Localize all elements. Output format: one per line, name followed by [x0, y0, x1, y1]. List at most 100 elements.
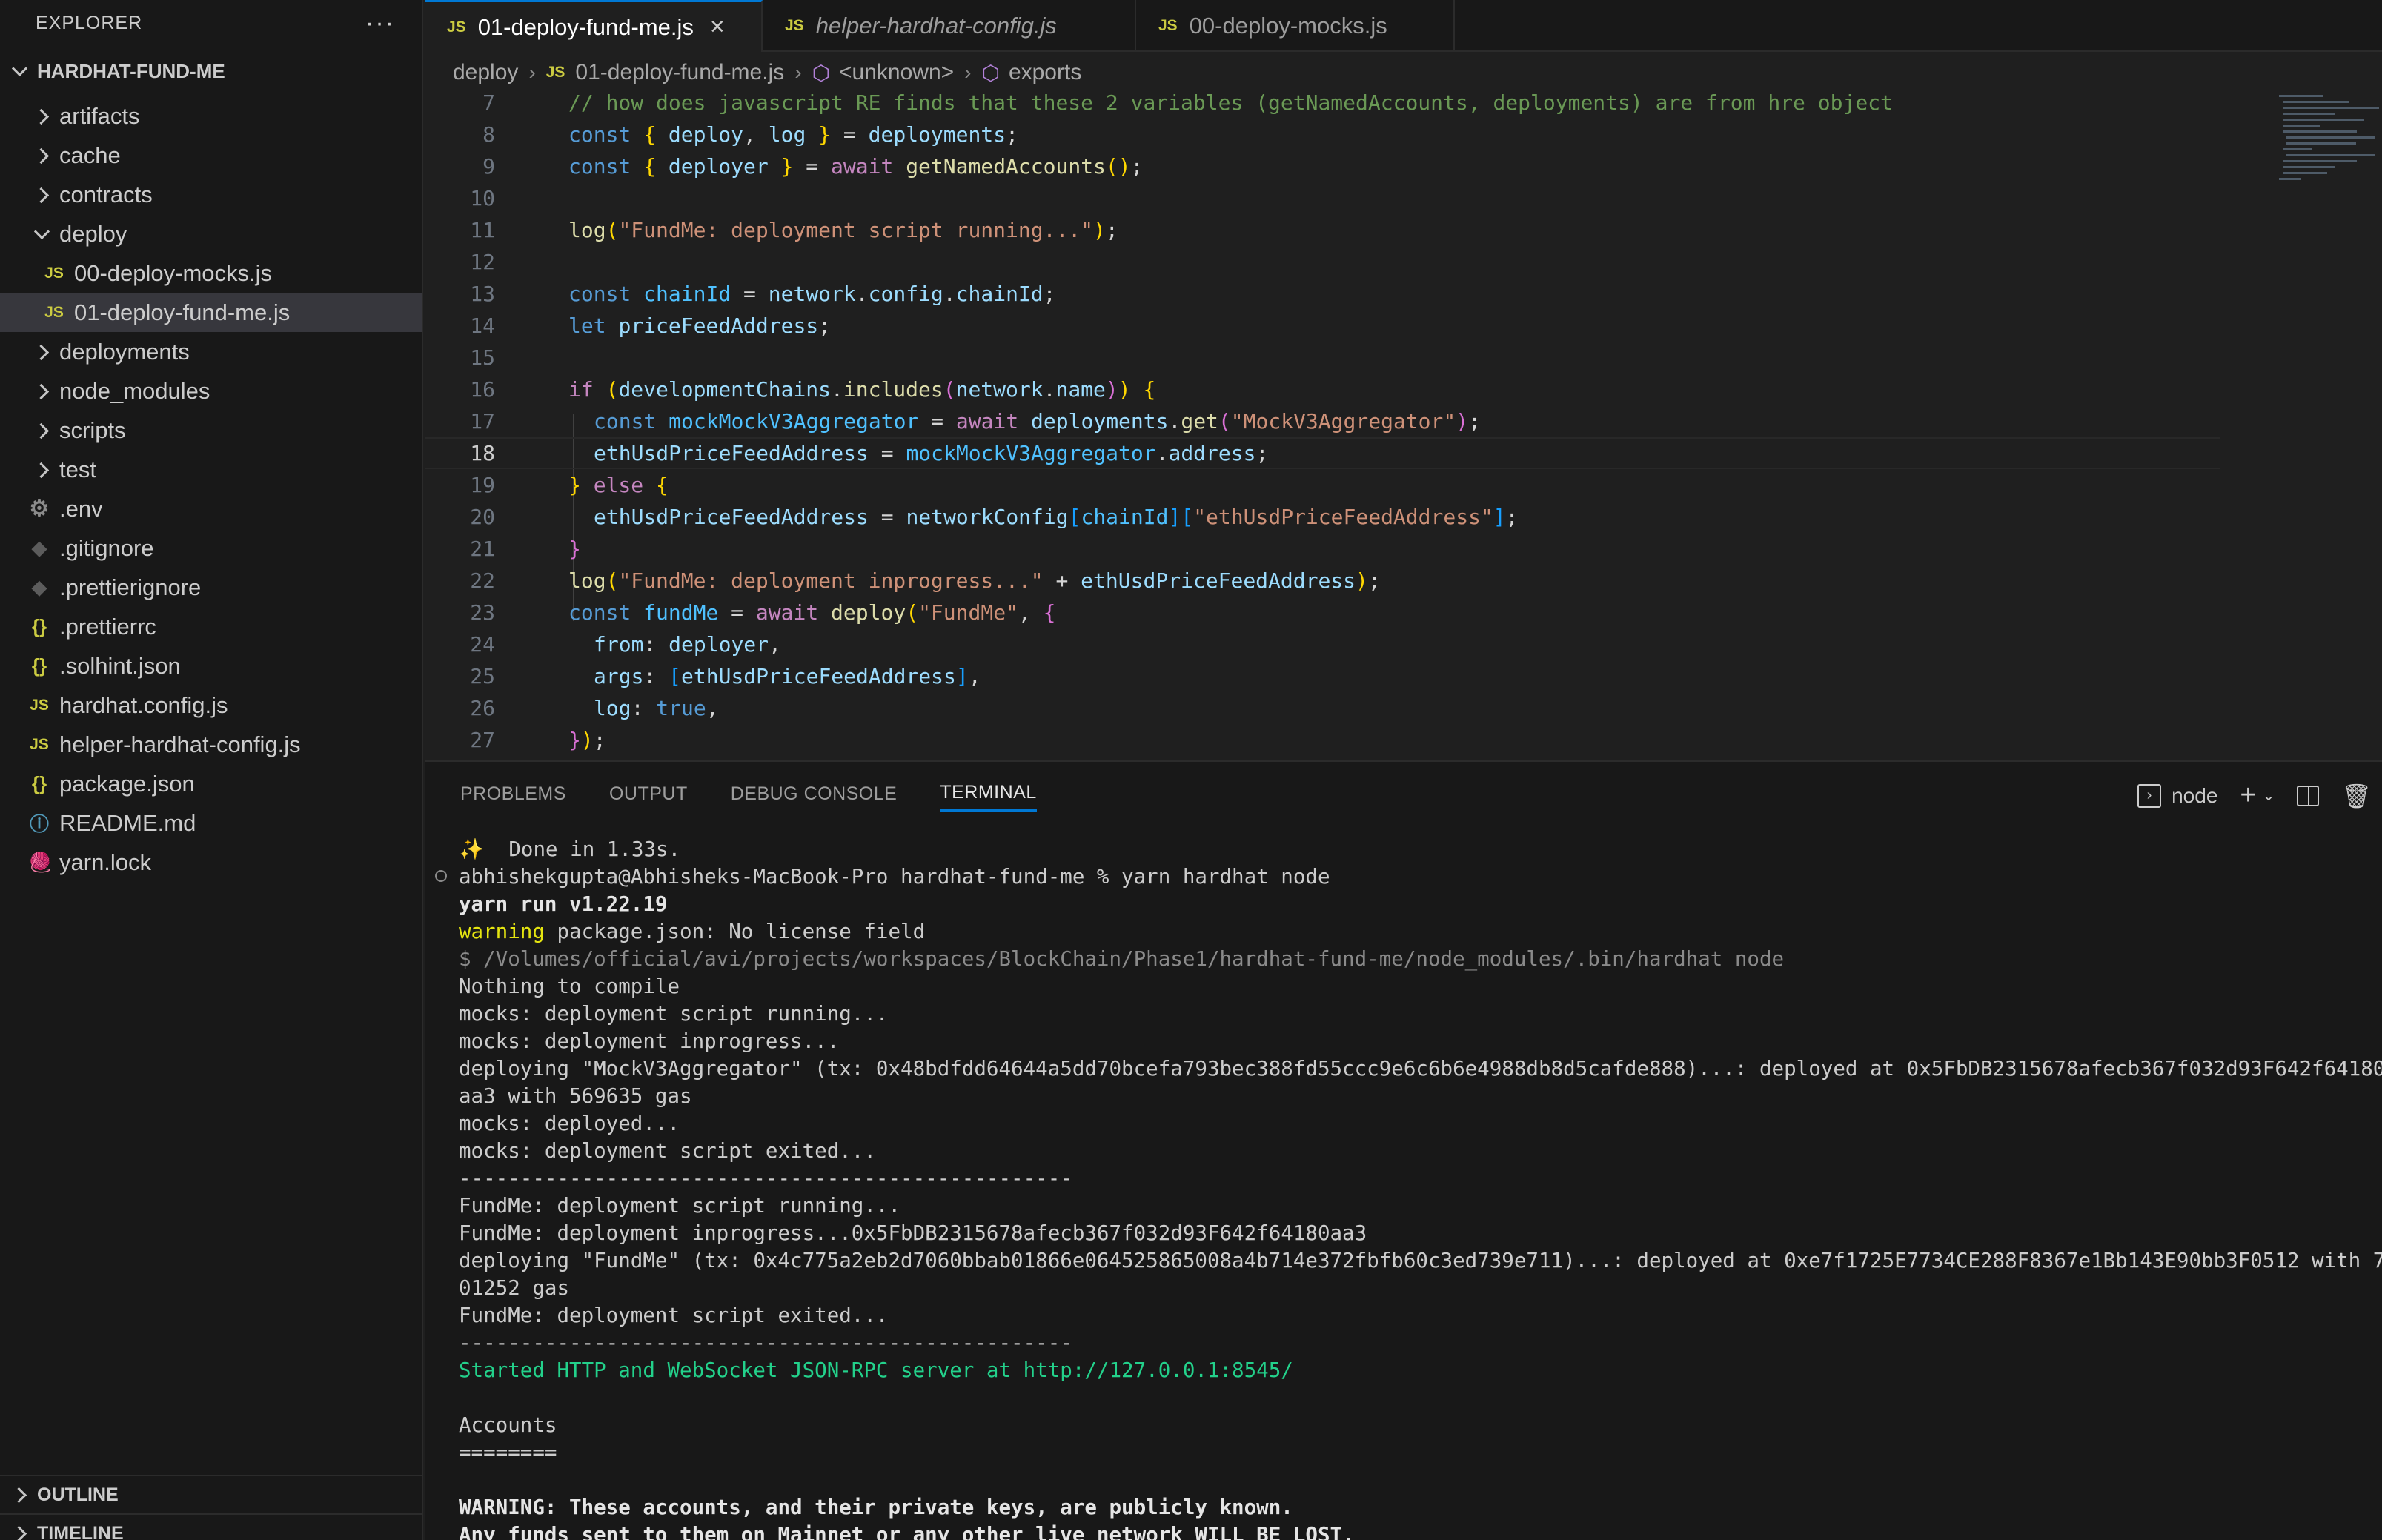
tree-item-node-modules[interactable]: node_modules: [0, 371, 422, 411]
code-line[interactable]: 17 const mockMockV3Aggregator = await de…: [425, 405, 2278, 437]
breadcrumb-file[interactable]: 01-deploy-fund-me.js: [575, 60, 784, 85]
minimap-line: [2283, 119, 2364, 121]
outline-section[interactable]: OUTLINE: [0, 1475, 422, 1513]
breadcrumb-symbol-unknown[interactable]: <unknown>: [839, 60, 954, 85]
tree-item-hardhat-config[interactable]: JS hardhat.config.js: [0, 686, 422, 725]
terminal-line: ✨ Done in 1.33s.: [459, 837, 681, 861]
tree-item-yarn-lock[interactable]: 🧶 yarn.lock: [0, 843, 422, 882]
terminal-line: 01252 gas: [459, 1276, 570, 1300]
tree-item-label: .gitignore: [59, 534, 154, 561]
minimap[interactable]: [2275, 92, 2379, 188]
tab-00-deploy-mocks[interactable]: JS 00-deploy-mocks.js: [1136, 0, 1455, 52]
explorer-sidebar: EXPLORER ··· HARDHAT-FUND-ME artifacts c…: [0, 0, 423, 1540]
chevron-right-icon: [10, 1487, 27, 1503]
more-actions-icon[interactable]: ···: [365, 9, 395, 38]
code-line[interactable]: 11 log("FundMe: deployment script runnin…: [425, 214, 2278, 246]
tree-item-artifacts[interactable]: artifacts: [0, 96, 422, 136]
line-number: 7: [482, 92, 495, 115]
tab-helper-hardhat-config[interactable]: JS helper-hardhat-config.js: [763, 0, 1136, 52]
tab-01-deploy-fund-me[interactable]: JS 01-deploy-fund-me.js ×: [425, 0, 763, 52]
terminal-output[interactable]: ✨ Done in 1.33s. abhishekgupta@Abhisheks…: [425, 836, 2382, 1540]
tab-problems[interactable]: PROBLEMS: [460, 776, 566, 812]
tree-item-readme[interactable]: ⓘ README.md: [0, 803, 422, 843]
tab-terminal[interactable]: TERMINAL: [940, 776, 1037, 812]
tree-item-label: 00-deploy-mocks.js: [74, 259, 273, 286]
tree-item-scripts[interactable]: scripts: [0, 411, 422, 450]
code-line-current[interactable]: 18 ethUsdPriceFeedAddress = mockMockV3Ag…: [425, 437, 2220, 469]
code-line[interactable]: 24 from: deployer,: [425, 628, 2278, 660]
tab-debug-console[interactable]: DEBUG CONSOLE: [731, 776, 898, 812]
tree-item-label: cache: [59, 142, 121, 168]
trash-icon[interactable]: 🗑: [2341, 782, 2372, 810]
terminal-line: ----------------------------------------…: [459, 1166, 1072, 1190]
tree-item-env[interactable]: ⚙ .env: [0, 489, 422, 528]
line-number: 8: [482, 122, 495, 147]
tree-item-package-json[interactable]: {} package.json: [0, 764, 422, 803]
json-braces-icon: {}: [31, 615, 47, 637]
line-number: 19: [470, 473, 495, 497]
project-root[interactable]: HARDHAT-FUND-ME: [0, 46, 422, 96]
breadcrumb-symbol-exports[interactable]: exports: [1009, 60, 1081, 85]
js-file-icon: JS: [447, 18, 466, 36]
code-line[interactable]: 9 const { deployer } = await getNamedAcc…: [425, 150, 2278, 182]
tree-item-contracts[interactable]: contracts: [0, 175, 422, 214]
chevron-down-icon: [33, 226, 49, 242]
tree-item-cache[interactable]: cache: [0, 136, 422, 175]
code-line[interactable]: 12: [425, 246, 2278, 278]
code-line[interactable]: 14 let priceFeedAddress;: [425, 310, 2278, 342]
code-line[interactable]: 8 const { deploy, log } = deployments;: [425, 119, 2278, 150]
code-line[interactable]: 16 if (developmentChains.includes(networ…: [425, 374, 2278, 405]
tree-item-prettierrc[interactable]: {} .prettierrc: [0, 607, 422, 646]
code-line[interactable]: 27 });: [425, 724, 2278, 756]
code-line[interactable]: 15: [425, 342, 2278, 374]
tree-item-label: test: [59, 456, 96, 482]
minimap-line: [2283, 172, 2327, 174]
timeline-section[interactable]: TIMELINE: [0, 1513, 422, 1540]
chevron-right-icon: ›: [964, 61, 972, 84]
line-number: 26: [470, 696, 495, 720]
code-line[interactable]: 19 } else {: [425, 469, 2278, 501]
close-icon[interactable]: ×: [710, 13, 725, 42]
terminal-line: FundMe: deployment script exited...: [459, 1304, 889, 1327]
code-line[interactable]: 7 // how does javascript RE finds that t…: [425, 92, 2278, 119]
tree-item-00-deploy-mocks[interactable]: JS 00-deploy-mocks.js: [0, 253, 422, 293]
line-number: 20: [470, 505, 495, 529]
tree-item-label: contracts: [59, 181, 153, 208]
chevron-down-icon: [10, 63, 27, 79]
code-line[interactable]: 10: [425, 182, 2278, 214]
minimap-line: [2283, 107, 2379, 109]
new-terminal-button[interactable]: + ⌄: [2240, 780, 2275, 812]
tree-item-deploy[interactable]: deploy: [0, 214, 422, 253]
explorer-header: EXPLORER ···: [0, 0, 422, 46]
line-number: 10: [470, 186, 495, 210]
terminal-selector[interactable]: › node: [2137, 783, 2217, 808]
tree-item-gitignore[interactable]: ◆ .gitignore: [0, 528, 422, 568]
terminal-line: WARNING: These accounts, and their priva…: [459, 1496, 1293, 1519]
tree-item-prettierignore[interactable]: ◆ .prettierignore: [0, 568, 422, 607]
terminal-line: ========: [459, 1441, 557, 1464]
tab-output[interactable]: OUTPUT: [609, 776, 688, 812]
code-line[interactable]: 23 const fundMe = await deploy("FundMe",…: [425, 597, 2278, 628]
code-line[interactable]: 26 log: true,: [425, 692, 2278, 724]
code-editor[interactable]: 7 // how does javascript RE finds that t…: [425, 92, 2382, 759]
tree-item-label: 01-deploy-fund-me.js: [74, 299, 291, 325]
tree-item-deployments[interactable]: deployments: [0, 332, 422, 371]
line-number: 22: [470, 568, 495, 593]
line-number: 14: [470, 313, 495, 338]
terminal-line: abhishekgupta@Abhisheks-MacBook-Pro hard…: [459, 865, 1330, 889]
code-line[interactable]: 22 log("FundMe: deployment inprogress...…: [425, 565, 2278, 597]
code-line[interactable]: 25 args: [ethUsdPriceFeedAddress],: [425, 660, 2278, 692]
split-terminal-icon[interactable]: [2297, 785, 2320, 806]
terminal-line: Any funds sent to them on Mainnet or any…: [459, 1523, 1355, 1540]
code-line[interactable]: 21 }: [425, 533, 2278, 565]
line-number: 25: [470, 664, 495, 688]
tree-item-solhint[interactable]: {} .solhint.json: [0, 646, 422, 686]
tree-item-test[interactable]: test: [0, 450, 422, 489]
json-braces-icon: {}: [31, 772, 47, 794]
tree-item-01-deploy-fund-me[interactable]: JS 01-deploy-fund-me.js: [0, 293, 422, 332]
code-line[interactable]: 20 ethUsdPriceFeedAddress = networkConfi…: [425, 501, 2278, 533]
code-line[interactable]: 13 const chainId = network.config.chainI…: [425, 278, 2278, 310]
breadcrumb-folder[interactable]: deploy: [453, 60, 518, 85]
minimap-line: [2283, 130, 2357, 133]
tree-item-helper-hardhat-config[interactable]: JS helper-hardhat-config.js: [0, 725, 422, 764]
